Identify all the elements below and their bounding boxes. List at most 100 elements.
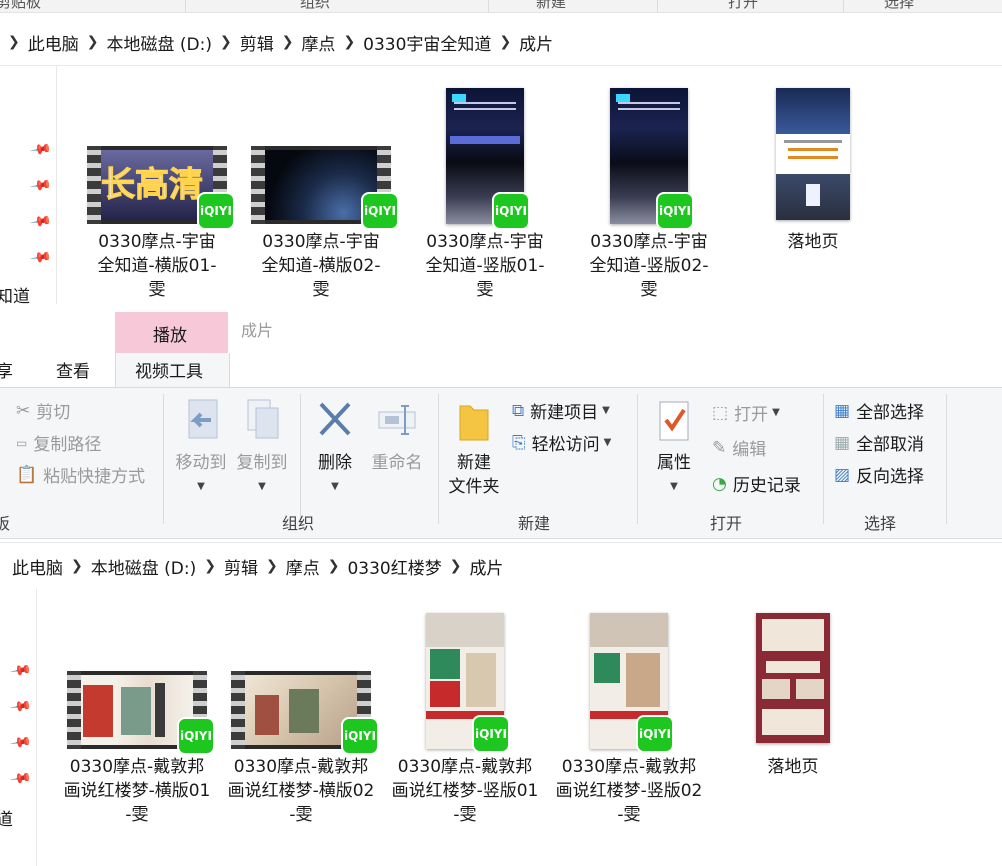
breadcrumb-this-pc[interactable]: 此电脑 bbox=[12, 554, 63, 579]
ribbon-tab-row: 播放 成片 享 查看 视频工具 bbox=[0, 305, 1002, 387]
history-button[interactable]: ◔ 历史记录 bbox=[712, 471, 801, 497]
address-bar[interactable]: 此电脑 ❯ 本地磁盘 (D:) ❯ 剪辑 ❯ 摩点 ❯ 0330红楼梦 ❯ 成片 bbox=[0, 542, 1002, 590]
open-button[interactable]: ⬚ 打开 ▼ bbox=[712, 400, 780, 426]
breadcrumb-chengpian[interactable]: 成片 bbox=[519, 30, 553, 55]
iqiyi-icon: iQIYI bbox=[199, 194, 233, 228]
breadcrumb-jianji[interactable]: 剪辑 bbox=[240, 30, 274, 55]
select-all-icon: ▦ bbox=[834, 400, 851, 421]
iqiyi-icon: iQIYI bbox=[658, 194, 692, 228]
chevron-right-icon[interactable]: ❯ bbox=[328, 558, 340, 574]
file-item[interactable]: iQIYI 0330摩点-戴敦邦画说红楼梦-横版01-雯 bbox=[62, 671, 213, 827]
thumbnail-text: 长高清 bbox=[101, 165, 204, 206]
copy-path-icon: ▭ bbox=[16, 435, 28, 450]
pin-icon[interactable]: 📌 bbox=[29, 246, 52, 269]
navigation-pane: 📌 📌 📌 📌 知道 bbox=[0, 66, 57, 304]
invert-selection-button[interactable]: ▨ 反向选择 bbox=[834, 462, 924, 488]
tab-video-tools[interactable]: 视频工具 bbox=[135, 357, 203, 382]
ribbon: ✂剪切 ▭复制路径 📋粘贴快捷方式 板 移动到▼ 复制到▼ 删除▼ bbox=[0, 387, 1002, 539]
file-item[interactable]: iQIYI 0330摩点-宇宙全知道-竖版01-雯 bbox=[410, 88, 560, 302]
breadcrumb-jianji[interactable]: 剪辑 bbox=[224, 554, 258, 579]
breadcrumb-project[interactable]: 0330红楼梦 bbox=[347, 554, 441, 579]
pin-icon[interactable]: 📌 bbox=[9, 695, 32, 718]
file-name: 0330摩点-戴敦邦画说红楼梦-竖版01-雯 bbox=[391, 757, 539, 825]
delete-icon bbox=[319, 402, 351, 436]
chevron-right-icon[interactable]: ❯ bbox=[450, 558, 462, 574]
file-name: 0330摩点-戴敦邦画说红楼梦-横版02-雯 bbox=[227, 757, 375, 825]
properties-icon bbox=[659, 401, 689, 441]
pin-icon[interactable]: 📌 bbox=[29, 174, 52, 197]
cut-button[interactable]: ✂ 剪切 bbox=[16, 398, 70, 424]
select-none-button[interactable]: ▦ 全部取消 bbox=[834, 430, 924, 456]
chevron-right-icon[interactable]: ❯ bbox=[343, 34, 355, 50]
file-name: 0330摩点-宇宙全知道-横版01-雯 bbox=[97, 232, 217, 300]
chevron-right-icon[interactable]: ❯ bbox=[266, 558, 278, 574]
breadcrumb-project[interactable]: 0330宇宙全知道 bbox=[363, 30, 491, 55]
chevron-right-icon[interactable]: ❯ bbox=[282, 34, 294, 50]
select-all-button[interactable]: ▦ 全部选择 bbox=[834, 398, 924, 424]
new-item-button[interactable]: ⧉ 新建项目 ▼ bbox=[512, 398, 610, 424]
copy-to-button[interactable]: 复制到 ▼ bbox=[232, 398, 292, 499]
navigation-pane: 📌 📌 📌 📌 道 bbox=[0, 589, 37, 866]
breadcrumb-this-pc[interactable]: 此电脑 bbox=[28, 30, 79, 55]
file-item[interactable]: iQIYI 0330摩点-戴敦邦画说红楼梦-横版02-雯 bbox=[226, 671, 377, 827]
breadcrumb-modian[interactable]: 摩点 bbox=[301, 30, 335, 55]
pin-icon[interactable]: 📌 bbox=[9, 731, 32, 754]
chevron-right-icon[interactable]: ❯ bbox=[204, 558, 216, 574]
chevron-right-icon[interactable]: ❯ bbox=[499, 34, 511, 50]
iqiyi-icon: iQIYI bbox=[474, 717, 508, 751]
file-item[interactable]: iQIYI 0330摩点-戴敦邦画说红楼梦-竖版02-雯 bbox=[554, 613, 704, 827]
nav-item-label[interactable]: 知道 bbox=[0, 282, 30, 304]
edit-button[interactable]: ✎ 编辑 bbox=[712, 435, 766, 461]
breadcrumb-drive-d[interactable]: 本地磁盘 (D:) bbox=[106, 30, 212, 55]
iqiyi-icon: iQIYI bbox=[343, 719, 377, 753]
invert-selection-icon: ▨ bbox=[834, 464, 851, 485]
move-to-icon bbox=[188, 399, 218, 439]
chevron-right-icon[interactable]: ❯ bbox=[71, 558, 83, 574]
pin-icon[interactable]: 📌 bbox=[9, 767, 32, 790]
breadcrumb-chengpian[interactable]: 成片 bbox=[469, 554, 503, 579]
context-tab-play[interactable]: 播放 bbox=[153, 321, 187, 346]
tab-share[interactable]: 享 bbox=[0, 357, 13, 382]
pin-icon[interactable]: 📌 bbox=[29, 210, 52, 233]
breadcrumb-modian[interactable]: 摩点 bbox=[286, 554, 320, 579]
file-name: 0330摩点-宇宙全知道-横版02-雯 bbox=[261, 232, 381, 300]
file-name: 0330摩点-宇宙全知道-竖版01-雯 bbox=[425, 232, 545, 300]
group-label-clipboard: 剪贴板 bbox=[0, 0, 42, 11]
edit-icon: ✎ bbox=[712, 437, 727, 458]
file-item[interactable]: 长高清 iQIYI 0330摩点-宇宙全知道-横版01-雯 bbox=[82, 146, 233, 302]
rename-button[interactable]: 重命名 bbox=[366, 398, 428, 475]
address-bar[interactable]: ❯ 此电脑 ❯ 本地磁盘 (D:) ❯ 剪辑 ❯ 摩点 ❯ 0330宇宙全知道 … bbox=[0, 19, 1002, 66]
copy-path-button[interactable]: ▭ 复制路径 bbox=[16, 430, 101, 455]
nav-item-label[interactable]: 道 bbox=[0, 805, 13, 830]
group-label-new: 新建 bbox=[536, 0, 567, 11]
new-folder-button[interactable]: 新建 文件夹 bbox=[442, 400, 506, 499]
file-item[interactable]: iQIYI 0330摩点-宇宙全知道-竖版02-雯 bbox=[574, 88, 724, 302]
paste-shortcut-button[interactable]: 📋 粘贴快捷方式 bbox=[16, 462, 145, 488]
chevron-right-icon[interactable]: ❯ bbox=[87, 34, 99, 50]
file-item[interactable]: 落地页 bbox=[718, 613, 868, 779]
chevron-right-icon[interactable]: ❯ bbox=[220, 34, 232, 50]
group-label: 组织 bbox=[282, 514, 315, 533]
properties-button[interactable]: 属性 ▼ bbox=[646, 400, 702, 499]
pin-icon[interactable]: 📌 bbox=[29, 138, 52, 161]
easy-access-button[interactable]: ⎘ 轻松访问 ▼ bbox=[512, 430, 611, 456]
image-thumbnail bbox=[776, 88, 850, 220]
open-icon: ⬚ bbox=[712, 402, 729, 423]
move-to-button[interactable]: 移动到 ▼ bbox=[171, 398, 231, 499]
pin-icon[interactable]: 📌 bbox=[9, 659, 32, 682]
video-thumbnail: iQIYI bbox=[67, 671, 213, 753]
file-list-pane: 📌 📌 📌 📌 道 iQIYI 0330摩点-戴敦邦画说红楼梦-横版01-雯 i… bbox=[0, 589, 1002, 866]
video-thumbnail: iQIYI bbox=[231, 671, 377, 753]
tab-view[interactable]: 查看 bbox=[56, 357, 90, 382]
file-name: 落地页 bbox=[767, 757, 819, 777]
iqiyi-icon: iQIYI bbox=[494, 194, 528, 228]
delete-button[interactable]: 删除 ▼ bbox=[306, 398, 364, 499]
file-name: 0330摩点-戴敦邦画说红楼梦-竖版02-雯 bbox=[555, 757, 703, 825]
file-item[interactable]: iQIYI 0330摩点-宇宙全知道-横版02-雯 bbox=[246, 146, 397, 302]
file-item[interactable]: iQIYI 0330摩点-戴敦邦画说红楼梦-竖版01-雯 bbox=[390, 613, 540, 827]
breadcrumb-drive-d[interactable]: 本地磁盘 (D:) bbox=[91, 554, 197, 579]
folder-icon bbox=[459, 405, 489, 441]
file-item[interactable]: 落地页 bbox=[738, 88, 888, 254]
chevron-right-icon[interactable]: ❯ bbox=[8, 34, 20, 50]
image-thumbnail bbox=[756, 613, 830, 743]
